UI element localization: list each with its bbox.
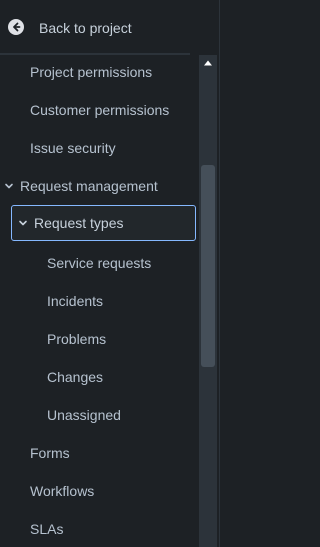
nav-item-label: Forms <box>30 445 70 461</box>
nav-item-workflows[interactable]: Workflows <box>30 476 94 506</box>
nav-item-label: Request types <box>34 215 124 231</box>
triangle-up-icon <box>204 60 212 66</box>
nav-item-unassigned[interactable]: Unassigned <box>47 400 121 430</box>
nav-item-label: Request management <box>20 178 158 194</box>
panel-divider <box>219 0 220 547</box>
nav-item-label: Incidents <box>47 293 104 309</box>
nav-item-label: Workflows <box>30 483 95 499</box>
header-divider <box>0 53 190 55</box>
nav-item-label: Unassigned <box>47 407 121 423</box>
nav-item-forms[interactable]: Forms <box>30 438 70 468</box>
back-to-project-label: Back to project <box>39 20 132 36</box>
nav-item-issue-security[interactable]: Issue security <box>30 133 116 163</box>
nav-item-label: SLAs <box>30 521 64 537</box>
nav-item-project-permissions[interactable]: Project permissions <box>30 57 152 87</box>
nav-item-customer-permissions[interactable]: Customer permissions <box>30 95 169 125</box>
nav-item-incidents[interactable]: Incidents <box>47 286 103 316</box>
nav-item-label: Changes <box>47 369 104 385</box>
scroll-up-button[interactable] <box>199 55 217 71</box>
back-to-project-link[interactable]: Back to project <box>0 0 190 53</box>
chevron-down-icon <box>4 181 14 191</box>
nav-item-problems[interactable]: Problems <box>47 324 106 354</box>
scrollbar-thumb[interactable] <box>201 165 215 367</box>
nav-group-request-types[interactable]: Request types <box>11 205 196 241</box>
nav-item-slas[interactable]: SLAs <box>30 514 63 544</box>
chevron-down-icon <box>18 218 28 228</box>
arrow-left-circle-icon <box>8 19 24 35</box>
nav-item-changes[interactable]: Changes <box>47 362 103 392</box>
nav-item-label: Service requests <box>47 255 152 271</box>
sidebar: Back to project Project permissions Cust… <box>0 0 244 547</box>
nav-item-label: Customer permissions <box>30 102 170 118</box>
nav-group-request-management[interactable]: Request management <box>4 171 158 201</box>
nav-item-label: Issue security <box>30 140 116 156</box>
nav-item-service-requests[interactable]: Service requests <box>47 248 151 278</box>
nav-item-label: Problems <box>47 331 107 347</box>
nav-item-label: Project permissions <box>30 64 153 80</box>
